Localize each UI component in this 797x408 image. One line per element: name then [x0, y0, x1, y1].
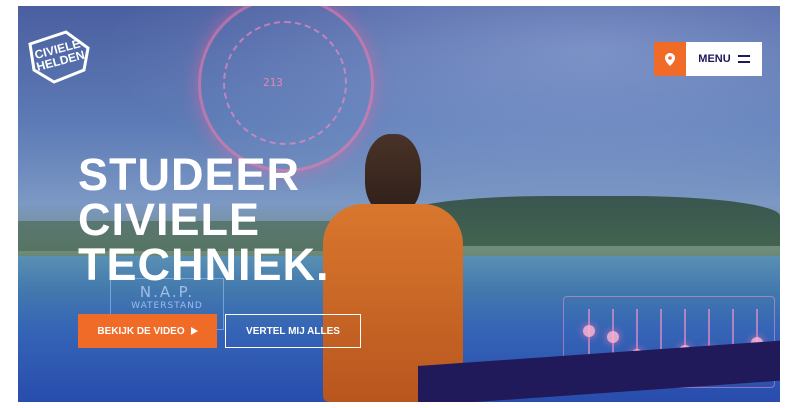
location-pin-icon [665, 52, 675, 66]
slider-knob [583, 325, 595, 337]
headline-line-3: TECHNIEK. [78, 239, 330, 290]
header-actions: MENU [654, 42, 762, 76]
tell-me-everything-button[interactable]: VERTEL MIJ ALLES [225, 314, 361, 348]
hologram-waterstand-label: WATERSTAND [131, 301, 203, 311]
slider-knob [607, 331, 619, 343]
menu-label: MENU [698, 53, 731, 65]
person-head [365, 134, 421, 214]
play-arrow-icon [190, 327, 198, 335]
menu-button[interactable]: MENU [686, 42, 762, 76]
headline-line-2: CIVIELE [78, 194, 261, 245]
location-button[interactable] [654, 42, 686, 76]
hamburger-icon [737, 55, 750, 63]
hologram-dial-value: 213 [263, 76, 283, 89]
watch-video-label: BEKIJK DE VIDEO [97, 325, 185, 337]
headline-line-1: STUDEER [78, 149, 301, 200]
hologram-dial-inner [223, 21, 347, 145]
civiele-helden-logo[interactable]: CIVIELE HELDEN [26, 30, 92, 84]
watch-video-button[interactable]: BEKIJK DE VIDEO [78, 314, 217, 348]
hero-headline: STUDEER CIVIELE TECHNIEK. [78, 152, 330, 287]
tell-me-everything-label: VERTEL MIJ ALLES [246, 325, 340, 337]
person-illustration [323, 134, 463, 402]
